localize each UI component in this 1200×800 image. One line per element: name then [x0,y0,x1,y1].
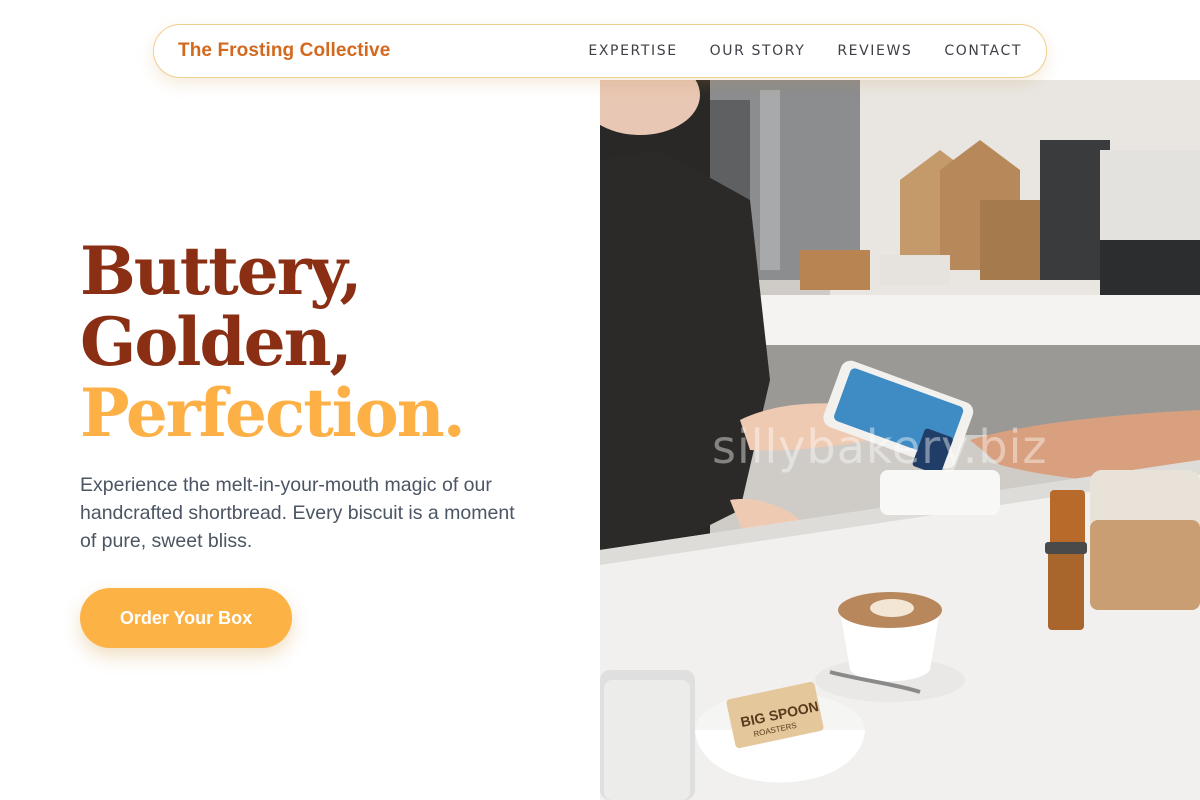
hero-text: Buttery, Golden, Perfection. Experience … [80,236,560,648]
brand-logo-link[interactable]: The Frosting Collective [178,40,390,62]
headline-line-2: Golden, [80,303,353,381]
cafe-counter-illustration: BIG SPOON ROASTERS [600,80,1200,800]
nav-link-reviews[interactable]: REVIEWS [837,43,912,59]
hero-description: Experience the melt-in-your-mouth magic … [80,474,515,552]
order-box-button[interactable]: Order Your Box [80,588,292,648]
headline-line-1: Buttery, [80,232,363,310]
nav-link-contact[interactable]: CONTACT [944,43,1022,59]
nav-link-expertise[interactable]: EXPERTISE [588,43,677,59]
headline-line-3: Perfection. [80,374,466,452]
nav-link-our-story[interactable]: OUR STORY [710,43,806,59]
hero-headline: Buttery, Golden, Perfection. [80,236,560,449]
top-navbar: The Frosting Collective EXPERTISE OUR ST… [153,24,1047,78]
nav-links: EXPERTISE OUR STORY REVIEWS CONTACT [588,43,1022,59]
hero-photo: BIG SPOON ROASTERS sillybakery.biz [600,80,1200,800]
